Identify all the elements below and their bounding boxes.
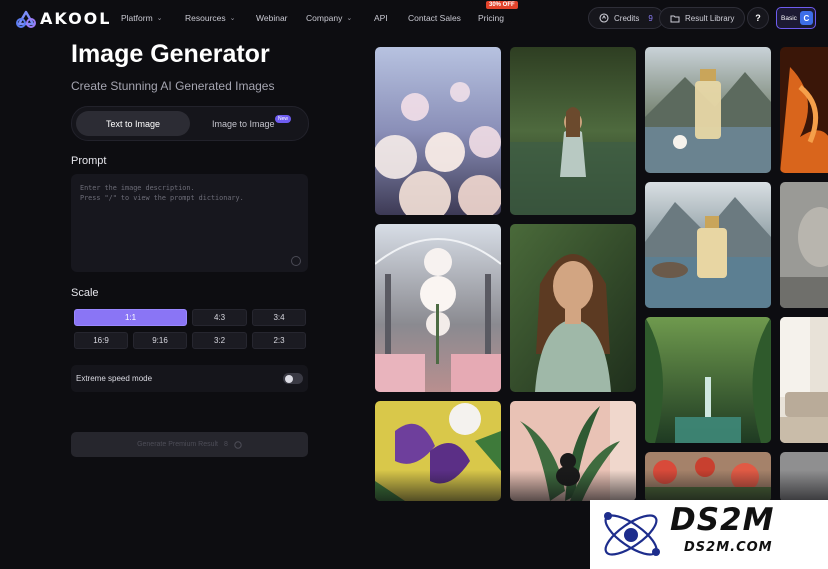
top-nav: AKOOL Platform ⌄ Resources ⌄ Webinar Com…	[0, 0, 828, 36]
nav-resources-label: Resources	[185, 13, 226, 23]
image-fiery-abstract	[780, 47, 828, 173]
image-flowers-field	[375, 47, 501, 215]
image-woman-in-lake	[510, 47, 636, 215]
prompt-label: Prompt	[71, 155, 107, 167]
nav-resources[interactable]: Resources ⌄	[185, 13, 236, 23]
nav-contact-sales-label: Contact Sales	[408, 13, 461, 23]
page-title: Image Generator	[71, 40, 270, 68]
credits-label: Credits	[614, 13, 640, 23]
image-jungle-waterfall	[645, 317, 771, 443]
nav-contact-sales[interactable]: Contact Sales	[408, 13, 461, 23]
gallery-image[interactable]	[645, 182, 771, 308]
result-library-label: Result Library	[685, 13, 735, 23]
brand-name: AKOOL	[40, 9, 112, 28]
credits-button[interactable]: Credits 9	[588, 7, 664, 29]
pricing-discount-badge: 30% OFF	[486, 1, 518, 9]
nav-company[interactable]: Company ⌄	[306, 13, 352, 23]
scale-option-3-2[interactable]: 3:2	[192, 332, 247, 349]
image-grey-portrait	[780, 182, 828, 308]
scale-option-9-16[interactable]: 9:16	[133, 332, 187, 349]
page-subtitle: Create Stunning AI Generated Images	[71, 79, 275, 93]
prompt-input[interactable]: Enter the image description. Press "/" t…	[71, 174, 308, 272]
prompt-placeholder: Enter the image description. Press "/" t…	[80, 184, 244, 202]
scale-label: Scale	[71, 287, 99, 299]
scale-option-2-3[interactable]: 2:3	[252, 332, 306, 349]
nav-pricing[interactable]: Pricing	[478, 13, 504, 23]
extreme-speed-row: Extreme speed mode	[71, 365, 308, 392]
gallery-image[interactable]	[510, 224, 636, 392]
chevron-down-icon: ⌄	[346, 15, 353, 22]
generate-label: Generate Premium Result	[137, 441, 218, 448]
nav-api[interactable]: API	[374, 13, 388, 23]
result-library-button[interactable]: Result Library	[659, 7, 746, 29]
avatar: C	[799, 11, 813, 25]
generate-cost: 8	[224, 441, 228, 448]
gallery-image[interactable]	[510, 47, 636, 215]
gallery-image[interactable]	[645, 317, 771, 443]
scale-option-4-3[interactable]: 4:3	[192, 309, 247, 326]
gallery-image[interactable]	[645, 47, 771, 173]
nav-webinar-label: Webinar	[256, 13, 288, 23]
tab-text-to-image[interactable]: Text to Image	[76, 111, 190, 136]
chevron-down-icon: ⌄	[156, 15, 163, 22]
scale-option-16-9[interactable]: 16:9	[74, 332, 128, 349]
gallery-image[interactable]	[780, 47, 828, 173]
tab-image-to-image[interactable]: Image to Image	[212, 111, 275, 136]
generate-button[interactable]: Generate Premium Result 8	[71, 432, 308, 457]
nav-api-label: API	[374, 13, 388, 23]
coin-icon	[234, 440, 242, 449]
image-perfume-lake	[645, 47, 771, 173]
watermark-url: DS2M.COM	[684, 540, 773, 555]
scale-option-1-1[interactable]: 1:1	[74, 309, 187, 326]
mode-tabs: Text to Image Image to Image New	[71, 106, 309, 141]
chevron-down-icon: ⌄	[229, 15, 236, 22]
new-badge: New	[275, 115, 292, 123]
image-woman-portrait	[510, 224, 636, 392]
prompt-dictionary-icon[interactable]	[291, 256, 301, 266]
extreme-speed-toggle[interactable]	[283, 373, 303, 384]
nav-webinar[interactable]: Webinar	[256, 13, 288, 23]
help-button[interactable]: ?	[747, 7, 769, 29]
nav-pricing-label: Pricing	[478, 13, 504, 23]
gallery-image[interactable]	[780, 182, 828, 308]
coin-icon	[599, 13, 609, 23]
nav-platform[interactable]: Platform ⌄	[121, 13, 163, 23]
atom-logo-icon	[604, 512, 660, 556]
account-plan-button[interactable]: Basic C	[776, 7, 816, 29]
image-glass-dome-flowers	[375, 224, 501, 392]
gallery-image[interactable]	[375, 224, 501, 392]
nav-platform-label: Platform	[121, 13, 153, 23]
image-perfume-mountains	[645, 182, 771, 308]
gallery-image[interactable]	[375, 47, 501, 215]
watermark: DS2M DS2M.COM	[590, 500, 828, 569]
nav-company-label: Company	[306, 13, 343, 23]
akool-logo-icon	[16, 10, 36, 28]
credits-count: 9	[648, 13, 653, 23]
plan-label: Basic	[781, 14, 797, 22]
gallery-image[interactable]	[780, 317, 828, 443]
folder-icon	[670, 15, 680, 22]
image-living-room	[780, 317, 828, 443]
watermark-title: DS2M	[670, 502, 775, 538]
toggle-knob	[285, 374, 293, 383]
brand-logo[interactable]: AKOOL	[16, 9, 111, 28]
extreme-speed-label: Extreme speed mode	[76, 374, 153, 383]
scale-option-3-4[interactable]: 3:4	[252, 309, 306, 326]
